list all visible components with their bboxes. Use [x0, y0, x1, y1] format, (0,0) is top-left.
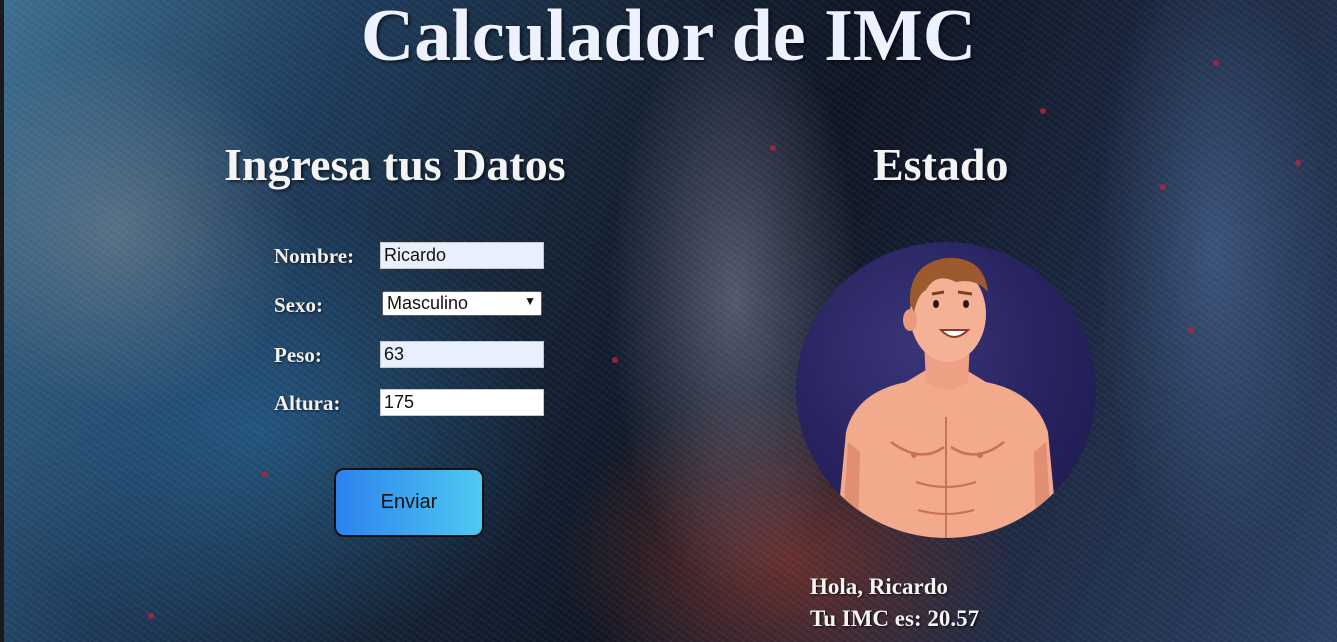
weight-label: Peso: [274, 343, 322, 367]
name-input[interactable] [380, 242, 544, 269]
submit-button[interactable]: Enviar [334, 468, 484, 537]
window-edge [0, 0, 4, 642]
decor-dot [1160, 184, 1166, 190]
decor-dot [1040, 108, 1046, 114]
decor-dot [1188, 327, 1194, 333]
sex-label: Sexo: [274, 293, 323, 317]
status-section-title: Estado [873, 139, 1009, 190]
form-section-title: Ingresa tus Datos [224, 139, 566, 190]
sex-select-value: Masculino [387, 293, 469, 313]
decor-dot [1295, 160, 1301, 166]
sex-select[interactable]: Masculino ▼ [382, 291, 542, 316]
greeting-text: Hola, Ricardo [810, 574, 948, 599]
name-label: Nombre: [274, 244, 355, 268]
avatar [796, 242, 1096, 538]
weight-input[interactable] [380, 341, 544, 368]
decor-dot [262, 471, 268, 477]
background-texture [0, 0, 1337, 642]
decor-dot [148, 613, 154, 619]
height-label: Altura: [274, 391, 341, 415]
person-illustration-icon [836, 257, 1058, 538]
imc-result-text: Tu IMC es: 20.57 [810, 606, 980, 631]
decor-dot [612, 357, 618, 363]
chevron-down-icon: ▼ [524, 294, 536, 308]
page-title: Calculador de IMC [360, 0, 977, 77]
decor-dot [770, 145, 776, 151]
height-input[interactable] [380, 389, 544, 416]
